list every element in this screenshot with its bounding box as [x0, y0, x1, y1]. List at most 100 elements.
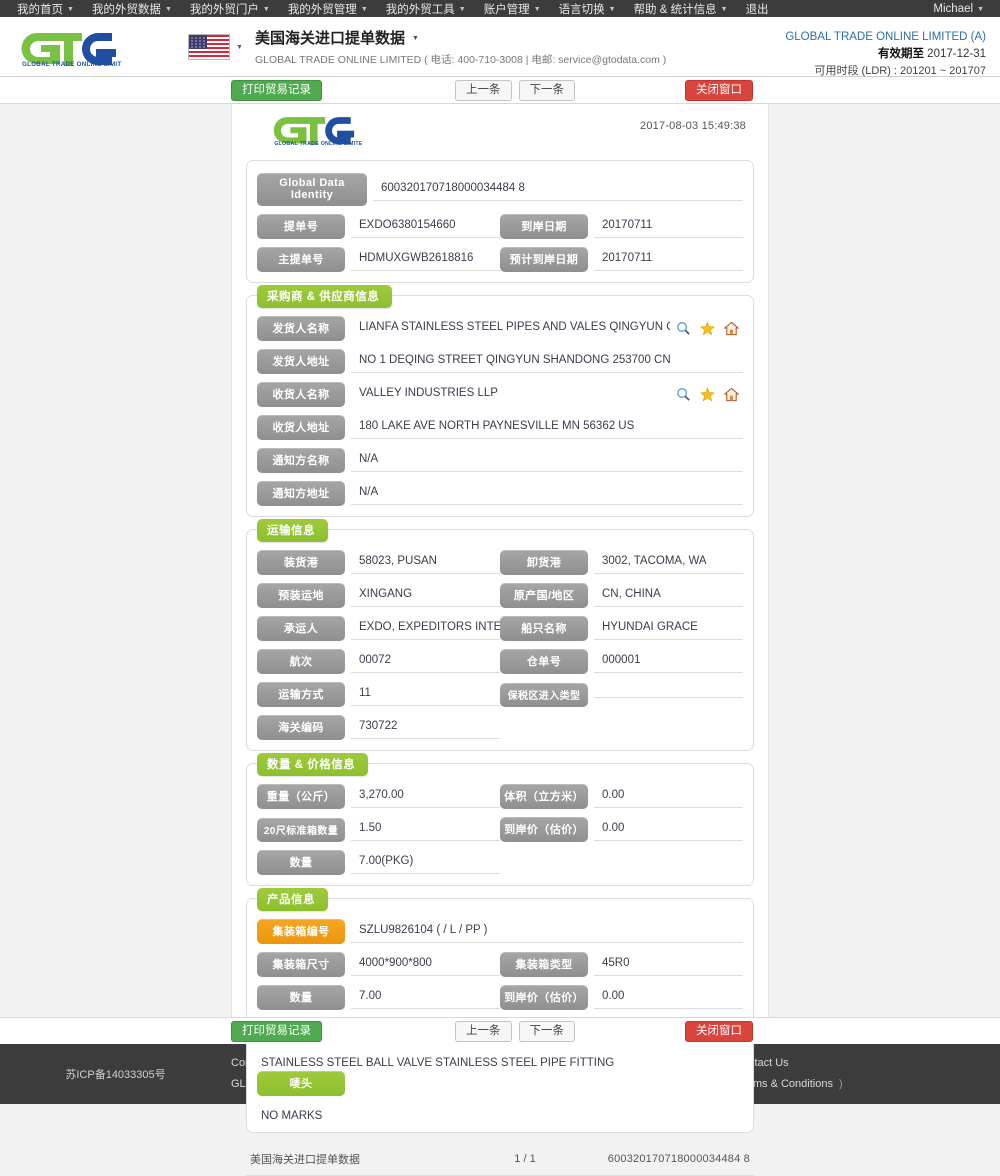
port-of-loading-value: 58023, PUSAN: [351, 552, 500, 574]
chevron-down-icon[interactable]: ▼: [412, 35, 419, 42]
next-record-button-bottom[interactable]: 下一条: [518, 1020, 575, 1042]
shipping-marks-value: NO MARKS: [261, 1110, 323, 1122]
estimated-arrival-date-value: 20170711: [594, 249, 743, 271]
volume-label: 体积（立方米）: [500, 784, 588, 809]
print-trade-record-button[interactable]: 打印贸易记录: [231, 79, 322, 101]
teu-row: 20尺标准箱数量 1.50 到岸价（估价） 0.00: [257, 817, 743, 842]
container-size-value: 4000*900*800: [351, 954, 500, 976]
hs-code-value: 730722: [351, 717, 500, 739]
user-menu[interactable]: Michael ▼: [925, 3, 992, 15]
home-icon[interactable]: [724, 321, 739, 336]
nav-item-logout[interactable]: 退出: [737, 1, 778, 17]
carrier-value: EXDO, EXPEDITORS INTERNATIONAL: [351, 618, 500, 640]
quantity-price-panel: 数量 & 价格信息 重量（公斤） 3,270.00 体积（立方米） 0.00 2…: [246, 753, 754, 886]
product-quantity-value: 7.00: [351, 987, 500, 1009]
teu-label: 20尺标准箱数量: [257, 817, 345, 842]
bl-number-value: EXDO6380154660: [351, 216, 500, 238]
gto-logo[interactable]: GLOBAL TRADE ONLINE LIMITED: [18, 27, 122, 67]
shipping-marks-label-row: 唛头: [257, 1071, 743, 1096]
consignee-address-label: 收货人地址: [257, 415, 345, 440]
port-of-discharge-label: 卸货港: [500, 550, 588, 575]
consignee-name-value: VALLEY INDUSTRIES LLP: [359, 387, 498, 399]
container-number-row: 集装箱编号 SZLU9826104 ( / L / PP ): [257, 919, 743, 944]
nav-item-label: 我的首页: [17, 3, 63, 16]
parties-panel-title: 采购商 & 供应商信息: [257, 285, 393, 308]
nav-item-label: 我的外贸数据: [91, 3, 161, 16]
consignee-action-icons: [670, 387, 743, 402]
star-icon[interactable]: [700, 387, 715, 402]
hs-code-row: 海关编码 730722: [257, 715, 743, 740]
nav-item-trade-portal[interactable]: 我的外贸门户 ▼: [181, 1, 279, 17]
chevron-down-icon[interactable]: ▼: [236, 44, 243, 51]
page-body: GLOBAL TRADE ONLINE LIMITED 2017-08-03 1…: [0, 104, 1000, 1176]
vessel-name-label: 船只名称: [500, 616, 588, 641]
nav-item-home[interactable]: 我的首页 ▼: [8, 1, 83, 17]
hs-code-label: 海关编码: [257, 715, 345, 740]
toolbar-top: 打印贸易记录 上一条 下一条 关闭窗口: [0, 77, 1000, 104]
search-icon[interactable]: [676, 387, 691, 402]
nav-item-label: 我的外贸管理: [287, 3, 357, 16]
close-window-button-bottom[interactable]: 关闭窗口: [685, 1020, 753, 1042]
weight-value: 3,270.00: [351, 786, 500, 808]
account-info-block: GLOBAL TRADE ONLINE LIMITED (A) 有效期至 201…: [785, 29, 986, 80]
document-header: GLOBAL TRADE ONLINE LIMITED 2017-08-03 1…: [246, 112, 754, 160]
close-window-button[interactable]: 关闭窗口: [685, 79, 753, 101]
nav-item-trade-data[interactable]: 我的外贸数据 ▼: [83, 1, 181, 17]
notify-party-address-row: 通知方地址 N/A: [257, 481, 743, 506]
warehouse-receipt-number-label: 仓单号: [500, 649, 588, 674]
account-validity: 有效期至 2017-12-31: [785, 46, 986, 63]
print-trade-record-button-bottom[interactable]: 打印贸易记录: [231, 1020, 322, 1042]
country-flag-selector[interactable]: ▼: [188, 33, 243, 60]
home-icon[interactable]: [724, 387, 739, 402]
container-number-value: SZLU9826104 ( / L / PP ): [351, 921, 743, 943]
quantity-row: 数量 7.00(PKG): [257, 850, 743, 875]
chevron-down-icon: ▼: [164, 6, 172, 13]
consignee-address-row: 收货人地址 180 LAKE AVE NORTH PAYNESVILLE MN …: [257, 415, 743, 440]
cif-value-value: 0.00: [594, 819, 743, 841]
quantity-price-panel-title: 数量 & 价格信息: [257, 753, 369, 776]
nav-item-label: 我的外贸门户: [189, 3, 259, 16]
nav-item-label: 帮助 & 统计信息: [633, 3, 717, 16]
place-of-receipt-label: 预装运地: [257, 583, 345, 608]
next-record-button[interactable]: 下一条: [518, 79, 575, 101]
port-of-loading-row: 装货港 58023, PUSAN 卸货港 3002, TACOMA, WA: [257, 550, 743, 575]
document-timestamp: 2017-08-03 15:49:38: [640, 120, 746, 132]
nav-item-help-stats[interactable]: 帮助 & 统计信息 ▼: [625, 1, 737, 17]
bonded-entry-type-value: [594, 691, 743, 698]
notify-party-address-value: N/A: [351, 483, 743, 505]
user-name: Michael: [933, 2, 974, 15]
container-size-row: 集装箱尺寸 4000*900*800 集装箱类型 45R0: [257, 952, 743, 977]
ldr-value: 201201 ~ 201707: [900, 65, 986, 77]
previous-record-button-bottom[interactable]: 上一条: [455, 1020, 512, 1042]
product-cif-value-value: 0.00: [594, 987, 743, 1009]
toolbar-bottom: 打印贸易记录 上一条 下一条 关闭窗口: [0, 1017, 1000, 1044]
place-of-receipt-value: XINGANG: [351, 585, 500, 607]
search-icon[interactable]: [676, 321, 691, 336]
bl-number-row: 提单号 EXDO6380154660 到岸日期 20170711: [257, 214, 743, 239]
master-bl-number-value: HDMUXGWB2618816: [351, 249, 500, 271]
nav-item-account-management[interactable]: 账户管理 ▼: [475, 1, 550, 17]
page-title-text: 美国海关进口提单数据: [254, 29, 405, 47]
nav-item-language-switch[interactable]: 语言切换 ▼: [550, 1, 625, 17]
carrier-row: 承运人 EXDO, EXPEDITORS INTERNATIONAL 船只名称 …: [257, 616, 743, 641]
nav-item-trade-management[interactable]: 我的外贸管理 ▼: [279, 1, 377, 17]
chevron-down-icon: ▼: [533, 6, 541, 13]
chevron-down-icon: ▼: [67, 6, 74, 13]
voyage-label: 航次: [257, 649, 345, 674]
weight-label: 重量（公斤）: [257, 784, 345, 809]
global-data-identity-value: 600320170718000034484 8: [373, 179, 743, 201]
parties-panel: 采购商 & 供应商信息 发货人名称 LIANFA STAINLESS STEEL…: [246, 285, 754, 517]
nav-item-label: 我的外贸工具: [385, 3, 455, 16]
svg-text:GLOBAL TRADE ONLINE LIMITED: GLOBAL TRADE ONLINE LIMITED: [274, 141, 362, 146]
bill-of-lading-document: GLOBAL TRADE ONLINE LIMITED 2017-08-03 1…: [231, 104, 769, 1176]
transport-mode-row: 运输方式 11 保税区进入类型: [257, 682, 743, 707]
consignee-address-value: 180 LAKE AVE NORTH PAYNESVILLE MN 56362 …: [351, 417, 743, 439]
nav-item-trade-tools[interactable]: 我的外贸工具 ▼: [377, 1, 475, 17]
previous-record-button[interactable]: 上一条: [455, 79, 512, 101]
volume-value: 0.00: [594, 786, 743, 808]
notify-party-address-label: 通知方地址: [257, 481, 345, 506]
star-icon[interactable]: [700, 321, 715, 336]
document-footer-name: 美国海关进口提单数据: [250, 1154, 360, 1166]
footer-legal-close: ): [839, 1078, 843, 1090]
account-name: GLOBAL TRADE ONLINE LIMITED (A): [785, 31, 986, 43]
